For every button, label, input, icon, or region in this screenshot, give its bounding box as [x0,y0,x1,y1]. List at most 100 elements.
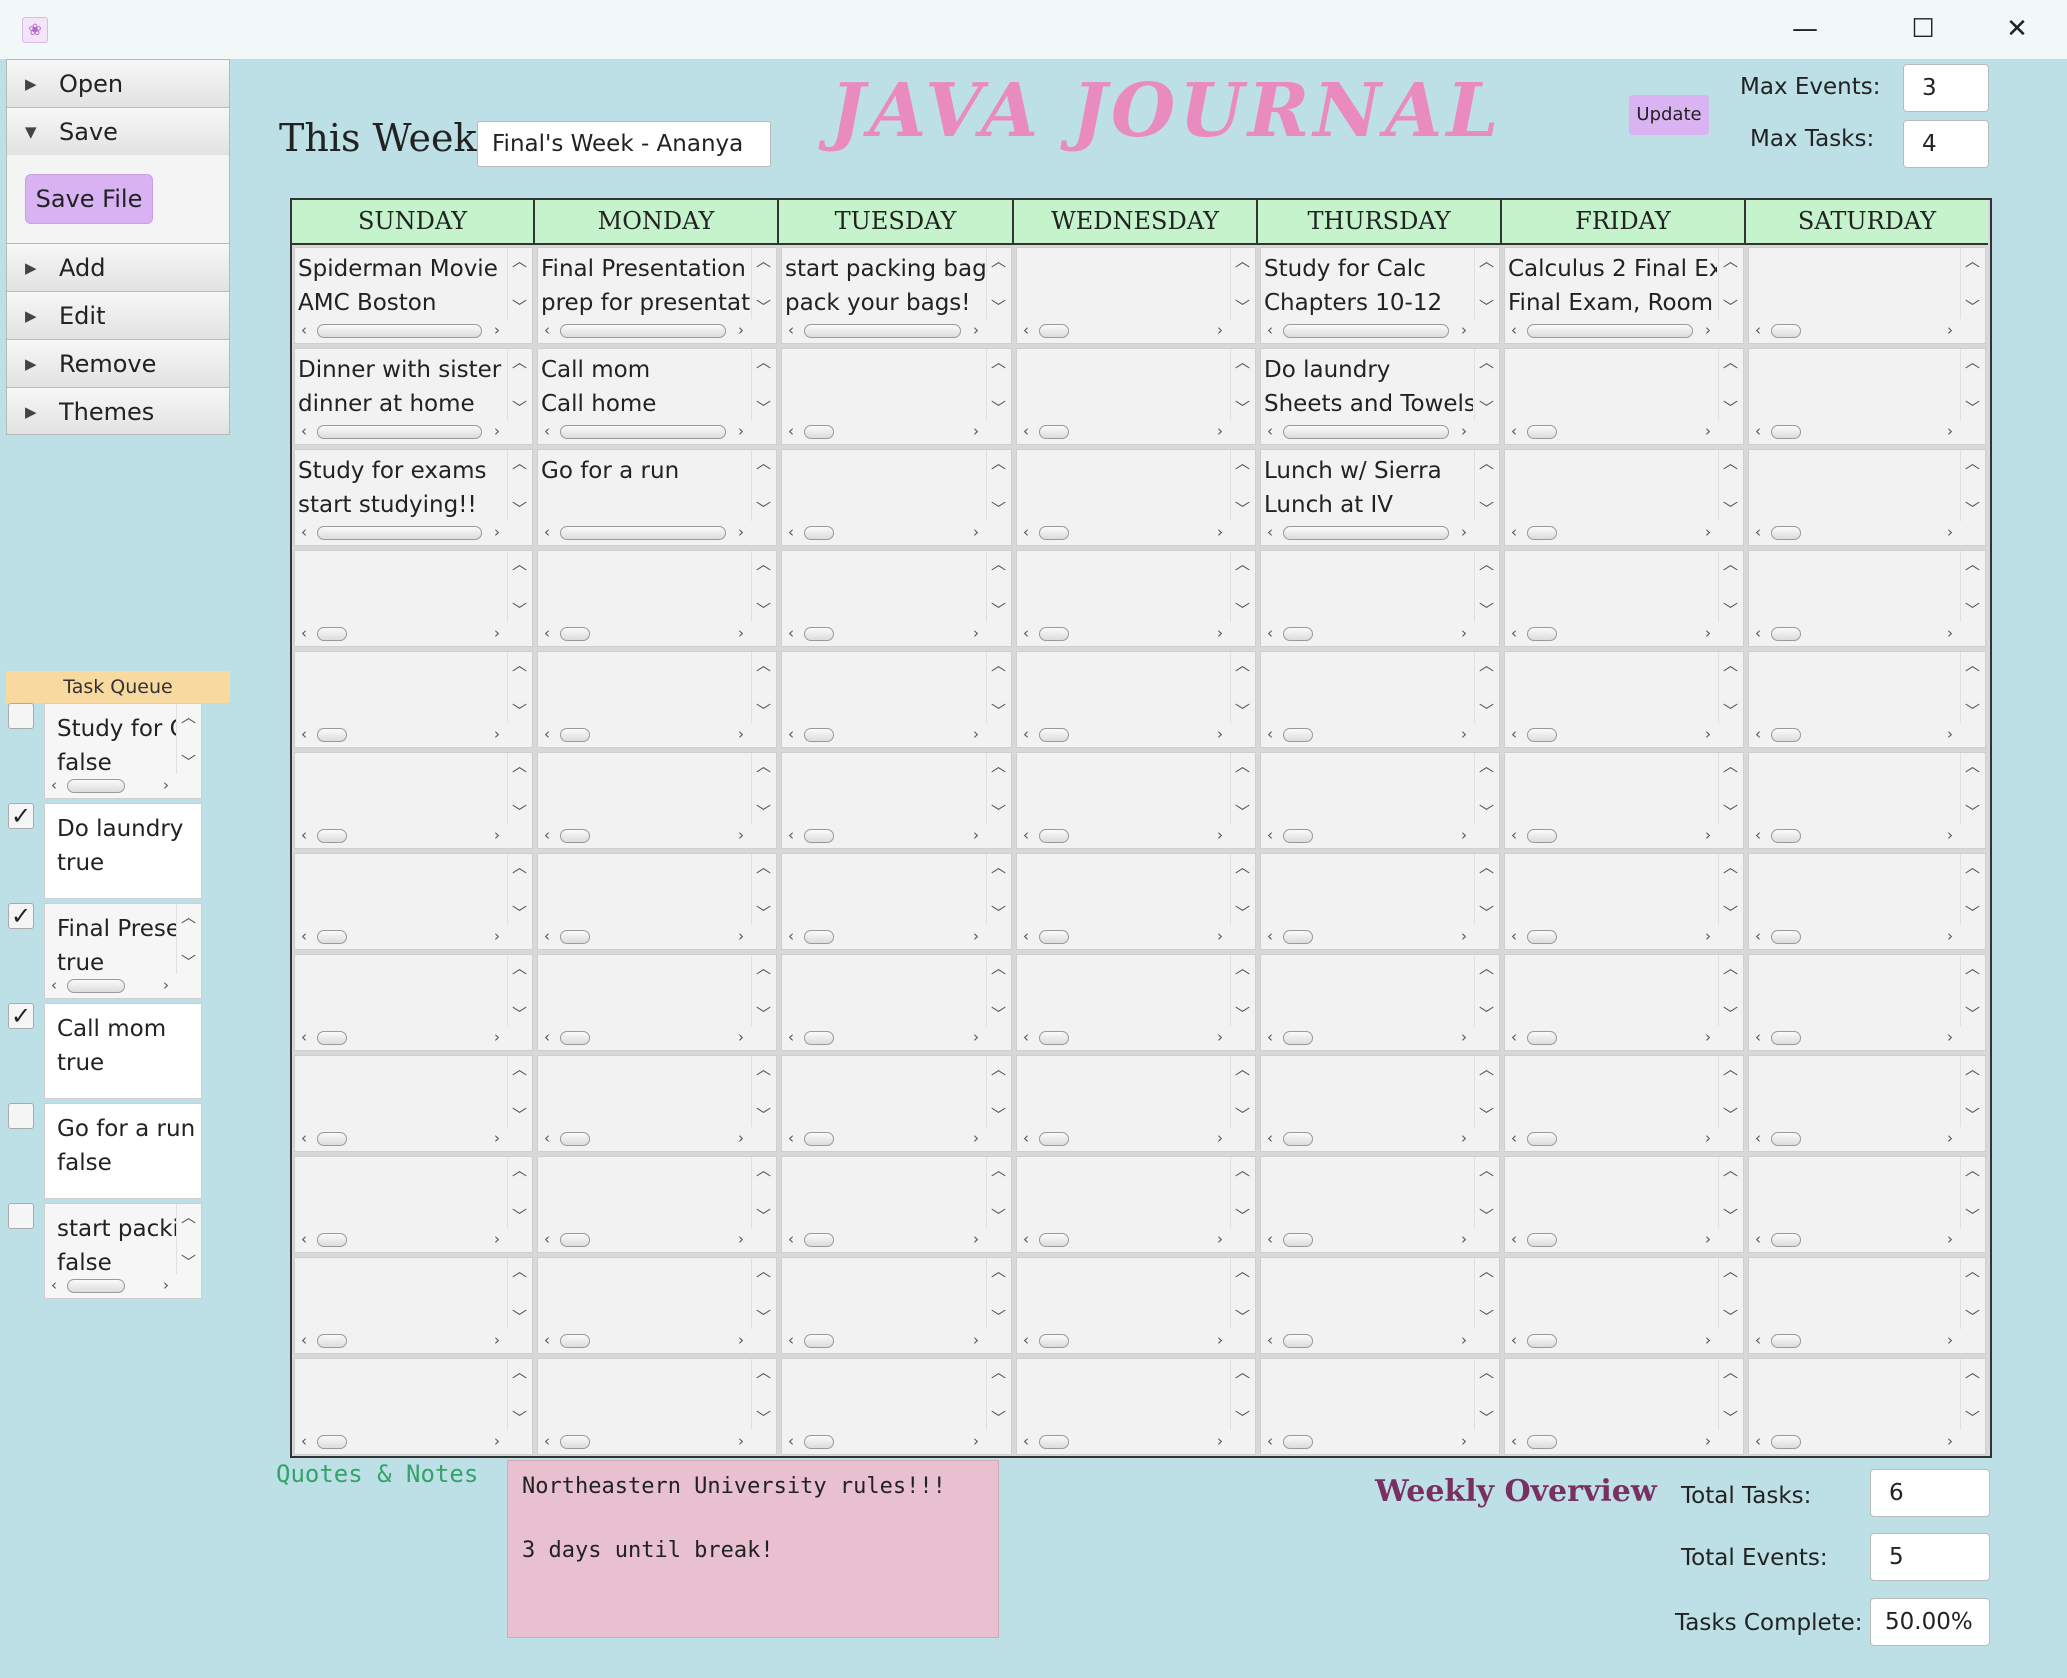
vertical-scrollbar[interactable]: ︿ ﹀ [751,1056,776,1127]
calendar-cell[interactable]: ︿ ﹀ ‹ › [1016,449,1256,546]
chevron-left-icon[interactable]: ‹ [1755,1331,1761,1349]
scroll-thumb[interactable] [1283,1031,1313,1045]
chevron-left-icon[interactable]: ‹ [301,624,307,642]
chevron-right-icon[interactable]: › [1947,1129,1953,1147]
horizontal-scrollbar[interactable]: ‹ › [1261,521,1499,545]
chevron-right-icon[interactable]: › [1705,1432,1711,1450]
chevron-up-icon[interactable]: ︿ [1965,452,1980,473]
chevron-left-icon[interactable]: ‹ [1755,1129,1761,1147]
chevron-down-icon[interactable]: ﹀ [1479,801,1494,822]
chevron-up-icon[interactable]: ︿ [512,1361,527,1382]
calendar-cell[interactable]: ︿ ﹀ ‹ › [1748,550,1986,647]
scroll-thumb[interactable] [560,324,726,338]
horizontal-scrollbar[interactable]: ‹ › [538,622,776,646]
scroll-thumb[interactable] [317,1031,347,1045]
chevron-down-icon[interactable]: ﹀ [1479,1205,1494,1226]
horizontal-scrollbar[interactable]: ‹ › [45,1274,201,1298]
scroll-thumb[interactable] [1039,728,1069,742]
chevron-left-icon[interactable]: ‹ [788,1028,794,1046]
chevron-up-icon[interactable]: ︿ [1965,1361,1980,1382]
chevron-right-icon[interactable]: › [973,624,979,642]
notes-textarea[interactable]: Northeastern University rules!!! 3 days … [507,1460,999,1638]
chevron-left-icon[interactable]: ‹ [1267,523,1273,541]
chevron-right-icon[interactable]: › [973,1129,979,1147]
calendar-cell[interactable]: ︿ ﹀ ‹ › [1504,348,1744,445]
chevron-left-icon[interactable]: ‹ [51,1276,57,1294]
calendar-cell[interactable]: ︿ ﹀ ‹ › [1504,1257,1744,1354]
vertical-scrollbar[interactable]: ︿ ﹀ [507,753,532,824]
chevron-up-icon[interactable]: ︿ [756,1260,771,1281]
chevron-up-icon[interactable]: ︿ [512,856,527,877]
calendar-cell[interactable]: Do laundry Sheets and Towels ︿ ﹀ ‹ › [1260,348,1500,445]
horizontal-scrollbar[interactable]: ‹ › [1017,723,1255,747]
horizontal-scrollbar[interactable]: ‹ › [1505,1127,1743,1151]
scroll-thumb[interactable] [1283,627,1313,641]
calendar-cell[interactable]: ︿ ﹀ ‹ › [1748,1358,1986,1455]
chevron-left-icon[interactable]: ‹ [1023,1230,1029,1248]
calendar-cell[interactable]: Call mom Call home ︿ ﹀ ‹ › [537,348,777,445]
calendar-cell[interactable]: ︿ ﹀ ‹ › [781,1358,1012,1455]
chevron-down-icon[interactable]: ﹀ [512,700,527,721]
calendar-cell[interactable]: ︿ ﹀ ‹ › [537,752,777,849]
horizontal-scrollbar[interactable]: ‹ › [1749,521,1985,545]
chevron-up-icon[interactable]: ︿ [1479,553,1494,574]
horizontal-scrollbar[interactable]: ‹ › [782,1329,1011,1353]
calendar-cell[interactable]: ︿ ﹀ ‹ › [294,550,533,647]
chevron-down-icon[interactable]: ﹀ [1235,1104,1250,1125]
scroll-thumb[interactable] [804,1031,834,1045]
chevron-right-icon[interactable]: › [1705,624,1711,642]
chevron-up-icon[interactable]: ︿ [1965,351,1980,372]
chevron-up-icon[interactable]: ︿ [512,1159,527,1180]
scroll-thumb[interactable] [67,779,125,793]
task-checkbox[interactable]: ✓ [8,1003,34,1029]
chevron-left-icon[interactable]: ‹ [51,776,57,794]
chevron-right-icon[interactable]: › [1461,1331,1467,1349]
chevron-down-icon[interactable]: ﹀ [991,801,1006,822]
scroll-thumb[interactable] [560,425,726,439]
chevron-down-icon[interactable]: ﹀ [756,700,771,721]
calendar-cell[interactable]: ︿ ﹀ ‹ › [1016,752,1256,849]
chevron-up-icon[interactable]: ︿ [756,351,771,372]
chevron-right-icon[interactable]: › [1705,725,1711,743]
calendar-cell[interactable]: ︿ ﹀ ‹ › [1260,752,1500,849]
chevron-down-icon[interactable]: ﹀ [512,902,527,923]
chevron-right-icon[interactable]: › [494,422,500,440]
vertical-scrollbar[interactable]: ︿ ﹀ [507,955,532,1026]
scroll-thumb[interactable] [1771,728,1801,742]
chevron-down-icon[interactable]: ﹀ [1965,1205,1980,1226]
chevron-right-icon[interactable]: › [738,1432,744,1450]
chevron-right-icon[interactable]: › [1947,1230,1953,1248]
horizontal-scrollbar[interactable]: ‹ › [1505,1228,1743,1252]
chevron-left-icon[interactable]: ‹ [1755,1432,1761,1450]
chevron-left-icon[interactable]: ‹ [1755,321,1761,339]
chevron-right-icon[interactable]: › [1461,826,1467,844]
calendar-cell[interactable]: ︿ ﹀ ‹ › [781,348,1012,445]
scroll-thumb[interactable] [317,627,347,641]
cell-text[interactable]: Calculus 2 Final Exam Final Exam, Room 1… [1508,252,1717,320]
vertical-scrollbar[interactable]: ︿ ﹀ [986,854,1011,925]
horizontal-scrollbar[interactable]: ‹ › [1749,1228,1985,1252]
scroll-thumb[interactable] [804,425,834,439]
chevron-right-icon[interactable]: › [1217,927,1223,945]
chevron-up-icon[interactable]: ︿ [1723,250,1738,271]
chevron-right-icon[interactable]: › [494,1230,500,1248]
chevron-right-icon[interactable]: › [973,927,979,945]
vertical-scrollbar[interactable]: ︿ ﹀ [1474,1359,1499,1430]
menu-edit[interactable]: ▶ Edit [6,291,230,339]
calendar-cell[interactable]: ︿ ﹀ ‹ › [294,853,533,950]
horizontal-scrollbar[interactable]: ‹ › [1749,1329,1985,1353]
chevron-right-icon[interactable]: › [1461,321,1467,339]
calendar-cell[interactable]: ︿ ﹀ ‹ › [1016,550,1256,647]
horizontal-scrollbar[interactable]: ‹ › [1261,824,1499,848]
chevron-right-icon[interactable]: › [973,725,979,743]
chevron-down-icon[interactable]: ﹀ [991,296,1006,317]
chevron-up-icon[interactable]: ︿ [1965,957,1980,978]
chevron-down-icon[interactable]: ﹀ [512,599,527,620]
cell-text[interactable]: Dinner with sister dinner at home [298,353,506,421]
task-checkbox[interactable]: ✓ [8,803,34,829]
horizontal-scrollbar[interactable]: ‹ › [295,824,532,848]
scroll-thumb[interactable] [1039,526,1069,540]
vertical-scrollbar[interactable]: ︿ ﹀ [1718,753,1743,824]
vertical-scrollbar[interactable]: ︿ ﹀ [1230,349,1255,420]
scroll-thumb[interactable] [804,1233,834,1247]
